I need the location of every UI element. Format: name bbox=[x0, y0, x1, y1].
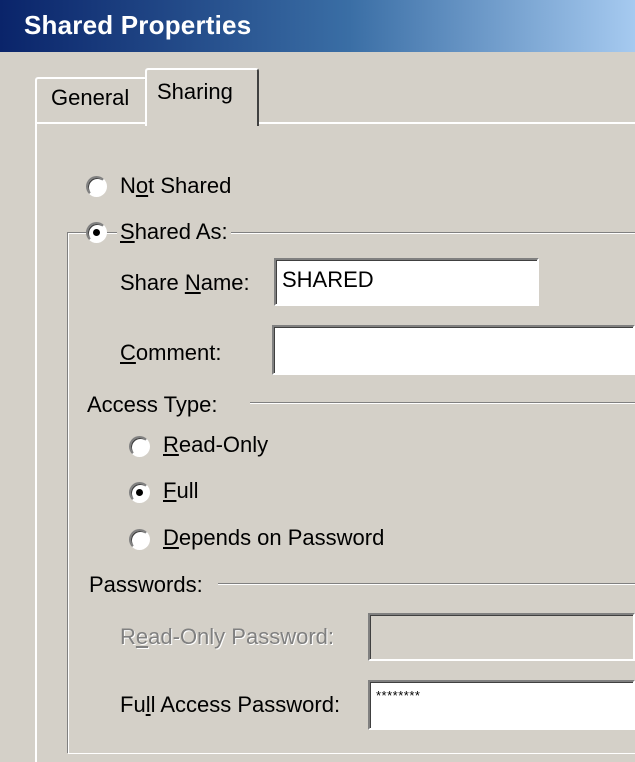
full-access-password-input[interactable]: ******** bbox=[368, 680, 635, 730]
shared-as-radio[interactable] bbox=[86, 222, 107, 243]
not-shared-label[interactable]: Not Shared bbox=[120, 173, 231, 199]
comment-label: Comment: bbox=[120, 340, 222, 365]
passwords-label: Passwords: bbox=[89, 572, 203, 597]
title-bar[interactable]: Shared Properties bbox=[0, 0, 635, 52]
shared-as-group-frame bbox=[67, 232, 635, 753]
access-type-separator bbox=[250, 402, 635, 404]
share-name-label: Share Name: bbox=[120, 270, 250, 295]
window-title: Shared Properties bbox=[24, 10, 252, 40]
depends-on-password-label[interactable]: Depends on Password bbox=[163, 525, 384, 551]
passwords-separator bbox=[218, 583, 635, 585]
comment-input[interactable] bbox=[272, 325, 635, 375]
read-only-password-input bbox=[368, 613, 635, 661]
full-access-radio[interactable] bbox=[129, 482, 150, 503]
access-type-label: Access Type: bbox=[87, 392, 218, 417]
not-shared-radio[interactable] bbox=[86, 176, 107, 197]
tab-general-label: General bbox=[51, 85, 130, 110]
shared-as-label[interactable]: Shared As: bbox=[117, 219, 231, 245]
read-only-radio[interactable] bbox=[129, 436, 150, 457]
depends-on-password-radio[interactable] bbox=[129, 529, 150, 550]
full-access-label[interactable]: Full bbox=[163, 478, 198, 504]
read-only-password-label: Read-Only Password: bbox=[120, 624, 334, 649]
full-access-password-label: Full Access Password: bbox=[120, 692, 341, 717]
share-name-input[interactable]: SHARED bbox=[274, 258, 539, 306]
tab-sharing[interactable]: Sharing bbox=[145, 68, 259, 126]
tab-general[interactable]: General bbox=[35, 77, 147, 122]
read-only-label[interactable]: Read-Only bbox=[163, 432, 268, 458]
tab-sharing-label: Sharing bbox=[157, 79, 233, 104]
